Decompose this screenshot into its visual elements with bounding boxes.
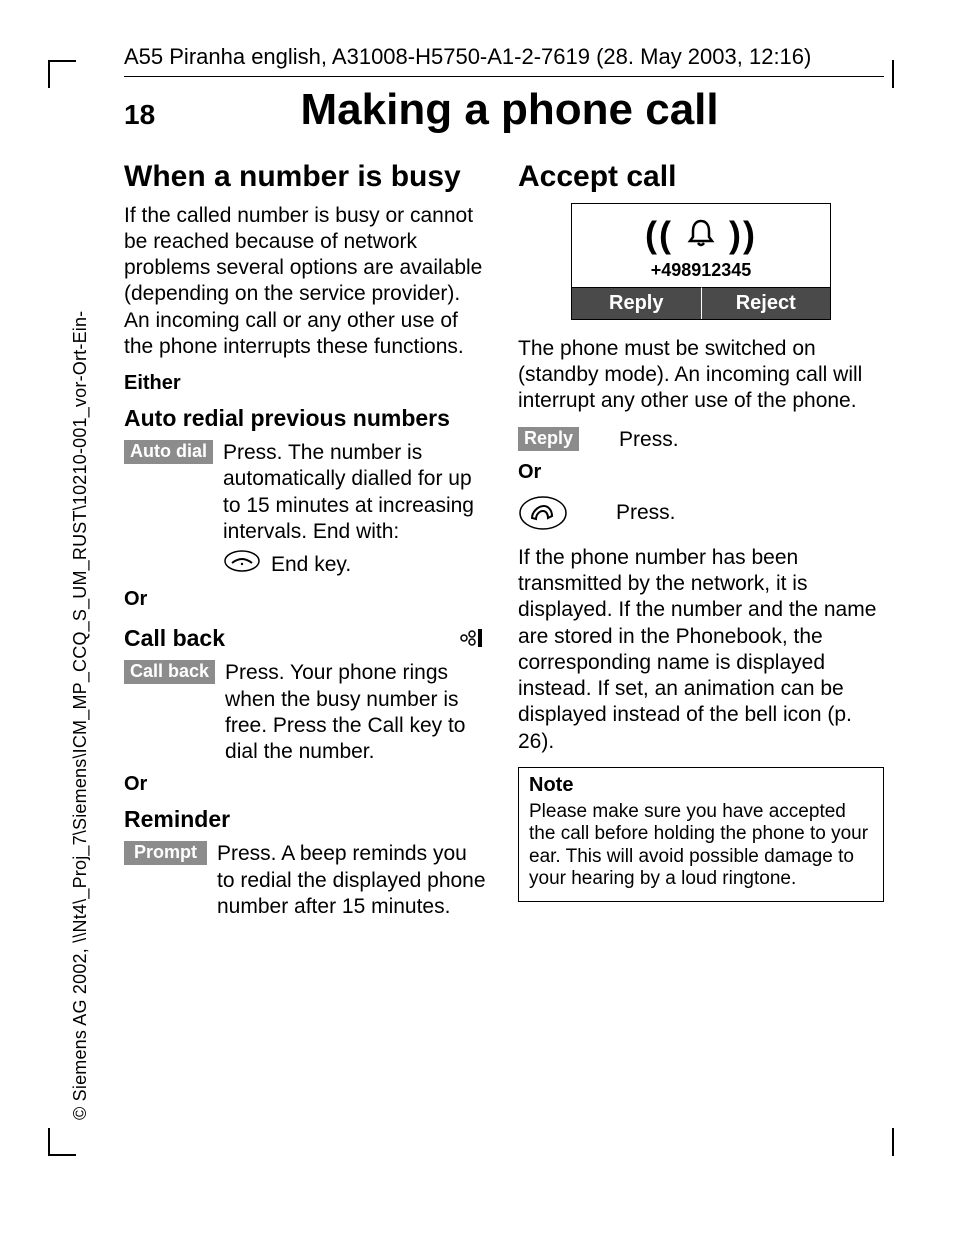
ringing-icon-row: (( )) [576,214,826,258]
crop-mark [892,60,896,88]
callback-text: Press. Your phone rings when the busy nu… [225,660,490,765]
bell-icon [685,216,717,258]
header-rule [124,76,884,77]
display-number: +498912345 [576,260,826,281]
right-column: Accept call (( )) +498912345 Reply Rejec… [518,153,884,928]
accept-intro: The phone must be switched on (standby m… [518,336,884,415]
softkey-auto-dial[interactable]: Auto dial [124,440,213,464]
end-key-icon [223,549,263,580]
display-reply-button[interactable]: Reply [572,287,701,319]
wave-right-icon: )) [729,214,757,255]
callback-row: Call back Press. Your phone rings when t… [124,660,490,765]
page-number: 18 [124,99,155,131]
either-label: Either [124,372,490,395]
call-key-row: Press. [518,494,884,537]
reply-text: Press. [589,427,884,453]
callback-heading-row: Call back [124,621,490,660]
display-softkeys: Reply Reject [572,287,830,319]
side-copyright: © Siemens AG 2002, \\Nt4\_Proj_7\Siemens… [70,311,91,1120]
softkey-prompt[interactable]: Prompt [124,841,207,865]
page: © Siemens AG 2002, \\Nt4\_Proj_7\Siemens… [0,0,954,1246]
or-2: Or [124,773,490,796]
accept-para2: If the phone number has been transmitted… [518,545,884,755]
heading-accept: Accept call [518,161,884,193]
or-right: Or [518,461,884,484]
softkey-callback[interactable]: Call back [124,660,215,684]
wave-left-icon: (( [645,214,673,255]
heading-callback: Call back [124,625,225,652]
heading-busy: When a number is busy [124,161,490,193]
heading-reminder: Reminder [124,806,490,833]
auto-dial-body: Press. The number is automatically diall… [223,441,474,543]
title-row: 18 Making a phone call [124,85,884,135]
network-icon [458,627,484,655]
display-reject-button[interactable]: Reject [701,287,831,319]
auto-dial-text: Press. The number is automatically diall… [223,440,490,580]
busy-intro: If the called number is busy or cannot b… [124,203,490,361]
prompt-row: Prompt Press. A beep reminds you to redi… [124,841,490,920]
note-title: Note [529,774,873,797]
end-key-row: End key. [223,549,490,580]
call-key-icon [518,494,572,537]
heading-auto-redial: Auto redial previous numbers [124,405,490,432]
content-columns: When a number is busy If the called numb… [124,153,884,928]
softkey-reply[interactable]: Reply [518,427,579,451]
crop-mark [892,1128,896,1156]
page-title: Making a phone call [185,85,834,135]
note-box: Note Please make sure you have accepted … [518,767,884,902]
reply-row: Reply Press. [518,427,884,453]
crop-mark [48,60,76,88]
prompt-text: Press. A beep reminds you to redial the … [217,841,490,920]
header-line: A55 Piranha english, A31008-H5750-A1-2-7… [124,44,884,70]
display-top: (( )) +498912345 [572,204,830,287]
or-1: Or [124,588,490,611]
phone-display: (( )) +498912345 Reply Reject [571,203,831,320]
left-column: When a number is busy If the called numb… [124,153,490,928]
note-text: Please make sure you have accepted the c… [529,801,873,891]
end-key-label: End key. [271,552,351,578]
crop-mark [48,1128,76,1156]
call-key-text: Press. [582,494,884,526]
auto-dial-row: Auto dial Press. The number is automatic… [124,440,490,580]
